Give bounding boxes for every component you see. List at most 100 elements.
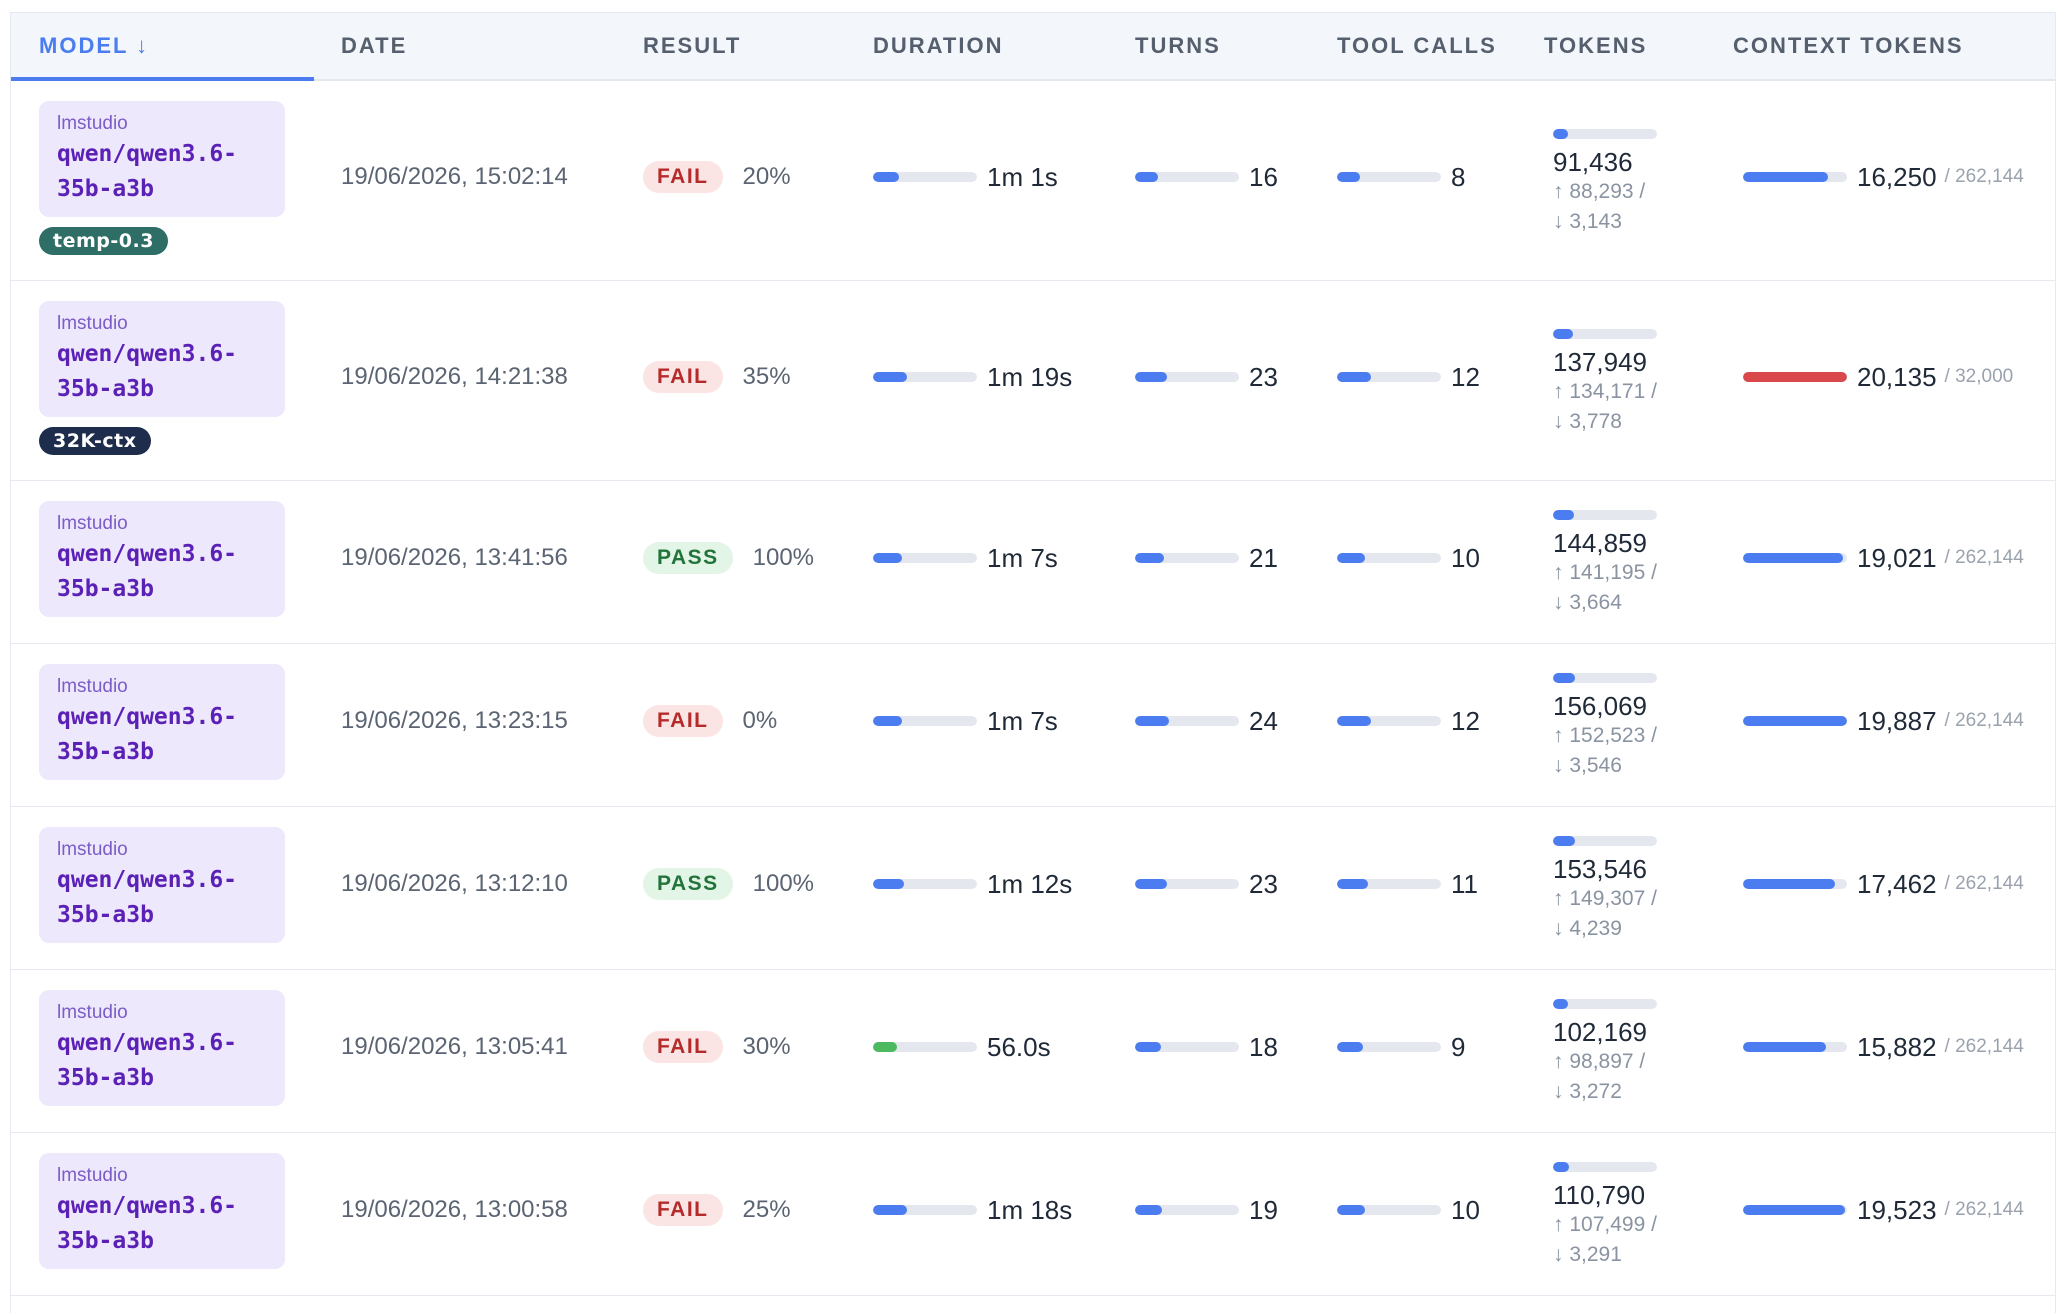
context-tokens-cell: 17,462 / 262,144 (1743, 868, 2024, 900)
context-tokens-value: 17,462 (1857, 868, 1937, 899)
turns-value: 19 (1249, 1194, 1278, 1225)
model-name: qwen/qwen3.6- 35b-a3b (57, 1189, 267, 1259)
tokens-output: ↓ 3,291 (1553, 1243, 1622, 1266)
duration-bar-fill (873, 553, 903, 563)
turns-value: 23 (1249, 361, 1278, 392)
model-name-line-1: qwen/qwen3.6- (57, 1030, 238, 1056)
tool-calls-bar-fill (1337, 372, 1372, 382)
tool-calls-value: 10 (1451, 542, 1480, 573)
model-name-line-2: 35b-a3b (57, 902, 154, 928)
model-card[interactable]: lmstudio qwen/qwen3.6- 35b-a3b (39, 1153, 285, 1269)
tool-calls-bar (1337, 1042, 1441, 1052)
model-card[interactable]: lmstudio qwen/qwen3.6- 35b-a3b (39, 990, 285, 1106)
column-header-duration[interactable]: DURATION (873, 13, 1003, 79)
tokens-bar-fill (1553, 836, 1575, 846)
result-score: 35% (742, 363, 791, 390)
result-badge: PASS (643, 542, 733, 574)
tokens-bar-fill (1553, 329, 1573, 339)
column-header-model[interactable]: MODEL ↓ (39, 13, 149, 79)
model-name-line-1: qwen/qwen3.6- (57, 704, 238, 730)
run-date: 19/06/2026, 13:12:10 (341, 870, 568, 897)
context-tokens-max: / 262,144 (1944, 873, 2024, 894)
model-name-line-1: qwen/qwen3.6- (57, 867, 238, 893)
turns-bar (1135, 1042, 1239, 1052)
tokens-input: ↑ 152,523 / (1553, 724, 1657, 747)
model-card[interactable]: lmstudio qwen/qwen3.6- 35b-a3b (39, 101, 285, 217)
model-name-line-2: 35b-a3b (57, 376, 154, 402)
column-header-date[interactable]: DATE (341, 13, 407, 79)
model-card[interactable]: lmstudio qwen/qwen3.6- 35b-a3b (39, 664, 285, 780)
run-tag-badge: 32K-ctx (39, 427, 151, 455)
context-tokens-max: / 262,144 (1944, 1036, 2024, 1057)
table-row[interactable]: lmstudio qwen/qwen3.6- 35b-a3b 19/06/202… (11, 1133, 2055, 1296)
column-header-result[interactable]: RESULT (643, 13, 741, 79)
duration-value: 1m 7s (987, 542, 1058, 573)
duration-bar-fill (873, 372, 908, 382)
tool-calls-bar (1337, 553, 1441, 563)
table-row[interactable]: lmstudio qwen/qwen3.6- 35b-a3b 19/06/202… (11, 481, 2055, 644)
context-bar-fill (1743, 716, 1847, 726)
turns-bar (1135, 553, 1239, 563)
tokens-cell: 102,169 ↑ 98,897 / ↓ 3,272 (1553, 999, 1657, 1107)
model-card[interactable]: lmstudio qwen/qwen3.6- 35b-a3b (39, 301, 285, 417)
tool-calls-value: 9 (1451, 1031, 1466, 1062)
column-header-context-tokens[interactable]: CONTEXT TOKENS (1733, 13, 1964, 79)
tool-calls-value: 12 (1451, 705, 1480, 736)
tokens-bar-fill (1553, 999, 1568, 1009)
context-bar-fill (1743, 879, 1835, 889)
turns-bar-fill (1135, 879, 1168, 889)
turns-bar-fill (1135, 172, 1158, 182)
tool-calls-bar (1337, 172, 1441, 182)
result-badge: FAIL (643, 161, 723, 193)
turns-bar-fill (1135, 1042, 1161, 1052)
column-header-tool-calls[interactable]: TOOL CALLS (1337, 13, 1497, 79)
tokens-cell: 144,859 ↑ 141,195 / ↓ 3,664 (1553, 510, 1657, 618)
result-badge: FAIL (643, 1031, 723, 1063)
context-bar (1743, 372, 1847, 382)
table-row[interactable]: lmstudio qwen/qwen3.6- 35b-a3b 32K-ctx 1… (11, 281, 2055, 481)
column-header-tokens[interactable]: TOKENS (1544, 13, 1647, 79)
tool-calls-bar-fill (1337, 1042, 1363, 1052)
tool-calls-bar (1337, 879, 1441, 889)
model-provider: lmstudio (57, 113, 128, 134)
model-provider: lmstudio (57, 839, 128, 860)
tokens-input: ↑ 149,307 / (1553, 887, 1657, 910)
context-bar-fill (1743, 172, 1829, 182)
tokens-bar (1553, 673, 1657, 683)
turns-value: 18 (1249, 1031, 1278, 1062)
context-tokens-value: 19,523 (1857, 1194, 1937, 1225)
model-name-line-2: 35b-a3b (57, 576, 154, 602)
context-tokens-max: / 32,000 (1944, 366, 2014, 387)
duration-value: 1m 12s (987, 868, 1073, 899)
model-name-line-1: qwen/qwen3.6- (57, 541, 238, 567)
column-header-turns[interactable]: TURNS (1135, 13, 1221, 79)
context-tokens-value: 19,887 (1857, 705, 1937, 736)
result-score: 20% (742, 163, 791, 190)
context-bar (1743, 172, 1847, 182)
turns-bar (1135, 879, 1239, 889)
run-date: 19/06/2026, 13:05:41 (341, 1033, 568, 1060)
tokens-output: ↓ 3,272 (1553, 1080, 1622, 1103)
table-row[interactable]: lmstudio qwen/qwen3.6- 35b-a3b 19/06/202… (11, 970, 2055, 1133)
context-bar (1743, 1042, 1847, 1052)
model-name: qwen/qwen3.6- 35b-a3b (57, 1026, 267, 1096)
model-card[interactable]: lmstudio qwen/qwen3.6- 35b-a3b (39, 827, 285, 943)
turns-bar-fill (1135, 1205, 1163, 1215)
turns-bar-fill (1135, 553, 1165, 563)
table-row[interactable]: lmstudio qwen/qwen3.6- 35b-a3b 19/06/202… (11, 807, 2055, 970)
context-tokens-cell: 16,250 / 262,144 (1743, 161, 2024, 193)
context-tokens-cell: 19,523 / 262,144 (1743, 1194, 2024, 1226)
turns-bar (1135, 372, 1239, 382)
tokens-total: 110,790 (1553, 1180, 1646, 1210)
tokens-total: 144,859 (1553, 528, 1647, 558)
table-row[interactable]: lmstudio qwen/qwen3.6- 35b-a3b 19/06/202… (11, 644, 2055, 807)
table-row[interactable]: lmstudio qwen/qwen3.6- 35b-a3b temp-0.3 … (11, 81, 2055, 281)
model-card[interactable]: lmstudio qwen/qwen3.6- 35b-a3b (39, 501, 285, 617)
result-score: 25% (742, 1196, 791, 1223)
turns-bar-fill (1135, 716, 1170, 726)
tool-calls-bar-fill (1337, 879, 1369, 889)
tokens-cell: 137,949 ↑ 134,171 / ↓ 3,778 (1553, 329, 1657, 437)
model-name-line-2: 35b-a3b (57, 1228, 154, 1254)
tool-calls-value: 10 (1451, 1194, 1480, 1225)
turns-value: 21 (1249, 542, 1278, 573)
